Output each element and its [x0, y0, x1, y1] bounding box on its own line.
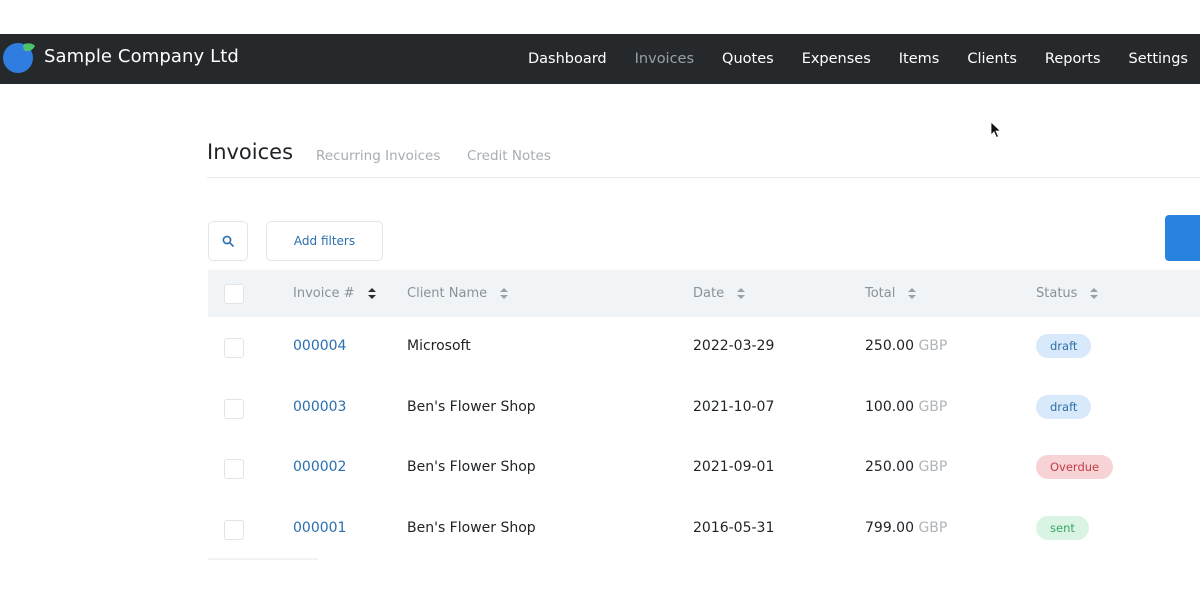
total-currency: GBP	[918, 399, 948, 415]
nav-invoices[interactable]: Invoices	[635, 51, 694, 67]
table-header: Invoice # Client Name Date Total Status	[208, 270, 1200, 317]
sort-icon[interactable]	[907, 287, 917, 301]
column-invoice-number[interactable]: Invoice #	[293, 286, 377, 301]
invoice-total: 250.00 GBP	[865, 338, 947, 354]
column-label: Invoice #	[293, 286, 355, 301]
column-label: Date	[693, 286, 725, 301]
company-name: Sample Company Ltd	[44, 46, 239, 67]
client-name: Ben's Flower Shop	[407, 399, 536, 415]
status-badge: sent	[1036, 516, 1089, 540]
sort-icon[interactable]	[736, 287, 746, 301]
nav-items[interactable]: Items	[899, 51, 940, 67]
invoice-number-link[interactable]: 000003	[293, 399, 346, 415]
page-tabs: Invoices Recurring Invoices Credit Notes	[207, 140, 1200, 178]
column-date[interactable]: Date	[693, 286, 746, 301]
column-label: Total	[865, 286, 896, 301]
table-row[interactable]: 000002 Ben's Flower Shop 2021-09-01 250.…	[208, 438, 1200, 498]
table-bottom-divider	[208, 558, 318, 560]
total-amount: 250.00	[865, 338, 914, 354]
column-label: Client Name	[407, 286, 488, 301]
column-status[interactable]: Status	[1036, 286, 1099, 301]
nav-reports[interactable]: Reports	[1045, 51, 1101, 67]
sort-icon[interactable]	[499, 287, 509, 301]
sort-icon[interactable]	[367, 287, 377, 301]
row-checkbox[interactable]	[224, 520, 244, 540]
top-navbar: Sample Company Ltd Dashboard Invoices Qu…	[0, 34, 1200, 84]
invoice-date: 2021-09-01	[693, 459, 775, 475]
row-checkbox[interactable]	[224, 399, 244, 419]
nav-quotes[interactable]: Quotes	[722, 51, 774, 67]
table-row[interactable]: 000003 Ben's Flower Shop 2021-10-07 100.…	[208, 378, 1200, 438]
search-icon	[222, 235, 234, 247]
client-name: Ben's Flower Shop	[407, 459, 536, 475]
total-amount: 250.00	[865, 459, 914, 475]
invoice-date: 2021-10-07	[693, 399, 775, 415]
invoice-number-link[interactable]: 000002	[293, 459, 346, 475]
client-name: Microsoft	[407, 338, 471, 354]
status-badge: Overdue	[1036, 455, 1114, 479]
add-filters-button[interactable]: Add filters	[266, 221, 383, 261]
company-logo-icon	[3, 43, 35, 73]
nav-expenses[interactable]: Expenses	[802, 51, 871, 67]
new-invoice-button[interactable]	[1165, 215, 1200, 261]
nav-settings[interactable]: Settings	[1129, 51, 1188, 67]
page-title[interactable]: Invoices	[207, 140, 293, 164]
mouse-cursor-icon	[990, 121, 1002, 139]
invoice-number-link[interactable]: 000004	[293, 338, 346, 354]
status-badge: draft	[1036, 395, 1092, 419]
main-nav: Dashboard Invoices Quotes Expenses Items…	[500, 34, 1188, 84]
column-label: Status	[1036, 286, 1078, 301]
select-all-checkbox[interactable]	[224, 284, 244, 304]
nav-clients[interactable]: Clients	[967, 51, 1017, 67]
total-currency: GBP	[918, 520, 948, 536]
table-row[interactable]: 000004 Microsoft 2022-03-29 250.00 GBP d…	[208, 317, 1200, 377]
sort-icon[interactable]	[1089, 287, 1099, 301]
total-currency: GBP	[918, 459, 948, 475]
column-client-name[interactable]: Client Name	[407, 286, 509, 301]
nav-dashboard[interactable]: Dashboard	[528, 51, 607, 67]
client-name: Ben's Flower Shop	[407, 520, 536, 536]
tab-credit-notes[interactable]: Credit Notes	[467, 148, 551, 164]
status-badge: draft	[1036, 334, 1092, 358]
row-checkbox[interactable]	[224, 459, 244, 479]
total-currency: GBP	[918, 338, 948, 354]
total-amount: 100.00	[865, 399, 914, 415]
table-row[interactable]: 000001 Ben's Flower Shop 2016-05-31 799.…	[208, 499, 1200, 559]
invoice-total: 799.00 GBP	[865, 520, 947, 536]
invoice-total: 100.00 GBP	[865, 399, 947, 415]
invoice-date: 2022-03-29	[693, 338, 775, 354]
search-button[interactable]	[208, 221, 248, 261]
row-checkbox[interactable]	[224, 338, 244, 358]
tab-recurring-invoices[interactable]: Recurring Invoices	[316, 148, 440, 164]
invoice-total: 250.00 GBP	[865, 459, 947, 475]
invoice-date: 2016-05-31	[693, 520, 775, 536]
total-amount: 799.00	[865, 520, 914, 536]
invoice-number-link[interactable]: 000001	[293, 520, 346, 536]
column-total[interactable]: Total	[865, 286, 917, 301]
